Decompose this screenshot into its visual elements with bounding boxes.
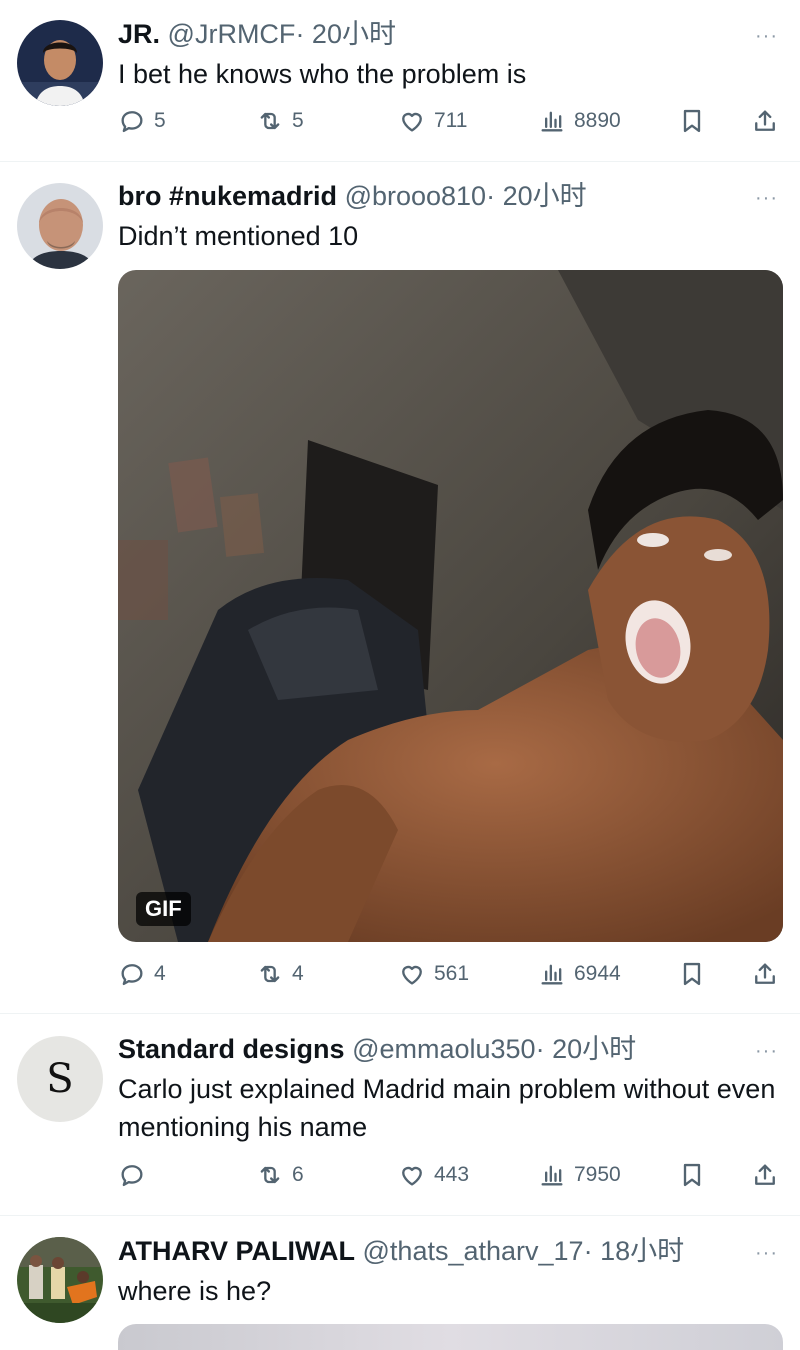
views-button[interactable]: 6944 <box>538 954 621 994</box>
bookmark-icon <box>678 107 706 135</box>
views-button[interactable]: 8890 <box>538 101 621 141</box>
tweet-text: where is he? <box>118 1276 272 1306</box>
tweet[interactable]: S Standard designs @emmaolu350· 20小时 ···… <box>0 1014 800 1216</box>
avatar-letter: S <box>46 1056 74 1102</box>
retweet-count: 4 <box>292 962 304 985</box>
share-button[interactable] <box>751 1155 779 1195</box>
like-icon <box>398 960 426 988</box>
avatar[interactable]: S <box>17 1036 103 1122</box>
gif-badge: GIF <box>136 892 191 926</box>
like-button[interactable]: 443 <box>398 1155 469 1195</box>
reply-icon <box>118 107 146 135</box>
like-count: 561 <box>434 962 470 985</box>
bookmark-button[interactable] <box>678 101 706 141</box>
retweet-icon <box>256 960 284 988</box>
like-icon <box>398 1161 426 1189</box>
more-icon[interactable]: ··· <box>755 1041 778 1061</box>
tweet[interactable]: JR. @JrRMCF· 20小时 ··· I bet he knows who… <box>0 0 800 162</box>
like-icon <box>398 107 426 135</box>
share-button[interactable] <box>751 101 779 141</box>
retweet-button[interactable]: 5 <box>256 101 304 141</box>
share-button[interactable] <box>751 954 779 994</box>
more-icon[interactable]: ··· <box>755 26 778 46</box>
bookmark-button[interactable] <box>678 1155 706 1195</box>
timestamp[interactable]: · 20小时 <box>486 181 587 211</box>
user-handle[interactable]: @thats_atharv_17 <box>363 1236 584 1266</box>
reply-count: 5 <box>154 109 166 132</box>
more-icon[interactable]: ··· <box>755 188 778 208</box>
retweet-button[interactable]: 6 <box>256 1155 304 1195</box>
avatar[interactable] <box>17 183 103 269</box>
retweet-icon <box>256 1161 284 1189</box>
timestamp[interactable]: · 18小时 <box>584 1236 685 1266</box>
like-button[interactable]: 561 <box>398 954 469 994</box>
user-handle[interactable]: @emmaolu350 <box>352 1034 536 1064</box>
reply-button[interactable]: 5 <box>118 101 166 141</box>
reply-icon <box>118 960 146 988</box>
avatar-photo <box>17 1237 103 1323</box>
views-button[interactable]: 7950 <box>538 1155 621 1195</box>
retweet-count: 5 <box>292 109 304 132</box>
avatar-photo <box>17 183 103 269</box>
gif-image <box>118 270 783 942</box>
tweet-text: Carlo just explained Madrid main problem… <box>118 1074 776 1142</box>
views-icon <box>538 107 566 135</box>
reply-button[interactable] <box>118 1155 154 1195</box>
avatar-photo <box>17 20 103 106</box>
display-name[interactable]: ATHARV PALIWAL <box>118 1236 355 1266</box>
tweet-text: Didn’t mentioned 10 <box>118 221 359 251</box>
display-name[interactable]: bro #nukemadrid <box>118 181 337 211</box>
reply-count: 4 <box>154 962 166 985</box>
bookmark-icon <box>678 1161 706 1189</box>
user-handle[interactable]: @brooo810 <box>345 181 487 211</box>
avatar[interactable] <box>17 1237 103 1323</box>
views-icon <box>538 960 566 988</box>
more-icon[interactable]: ··· <box>755 1243 778 1263</box>
retweet-button[interactable]: 4 <box>256 954 304 994</box>
avatar[interactable] <box>17 20 103 106</box>
share-icon <box>751 960 779 988</box>
like-count: 711 <box>434 109 468 132</box>
like-button[interactable]: 711 <box>398 101 467 141</box>
retweet-icon <box>256 107 284 135</box>
display-name[interactable]: JR. <box>118 19 160 49</box>
user-handle[interactable]: @JrRMCF <box>168 19 296 49</box>
views-count: 7950 <box>574 1163 621 1186</box>
bookmark-button[interactable] <box>678 954 706 994</box>
share-icon <box>751 107 779 135</box>
timestamp[interactable]: · 20小时 <box>295 19 396 49</box>
like-count: 443 <box>434 1163 470 1186</box>
tweet-text: I bet he knows who the problem is <box>118 59 527 89</box>
share-icon <box>751 1161 779 1189</box>
retweet-count: 6 <box>292 1163 304 1186</box>
reply-icon <box>118 1161 146 1189</box>
display-name[interactable]: Standard designs <box>118 1034 345 1064</box>
tweet-media[interactable] <box>118 1324 783 1350</box>
views-icon <box>538 1161 566 1189</box>
timestamp[interactable]: · 20小时 <box>536 1034 637 1064</box>
bookmark-icon <box>678 960 706 988</box>
gif-media[interactable]: GIF <box>118 270 783 942</box>
tweet[interactable]: ATHARV PALIWAL @thats_atharv_17· 18小时 ··… <box>0 1216 800 1350</box>
tweet[interactable]: bro #nukemadrid @brooo810· 20小时 ··· Didn… <box>0 162 800 1014</box>
views-count: 6944 <box>574 962 621 985</box>
reply-button[interactable]: 4 <box>118 954 166 994</box>
views-count: 8890 <box>574 109 621 132</box>
